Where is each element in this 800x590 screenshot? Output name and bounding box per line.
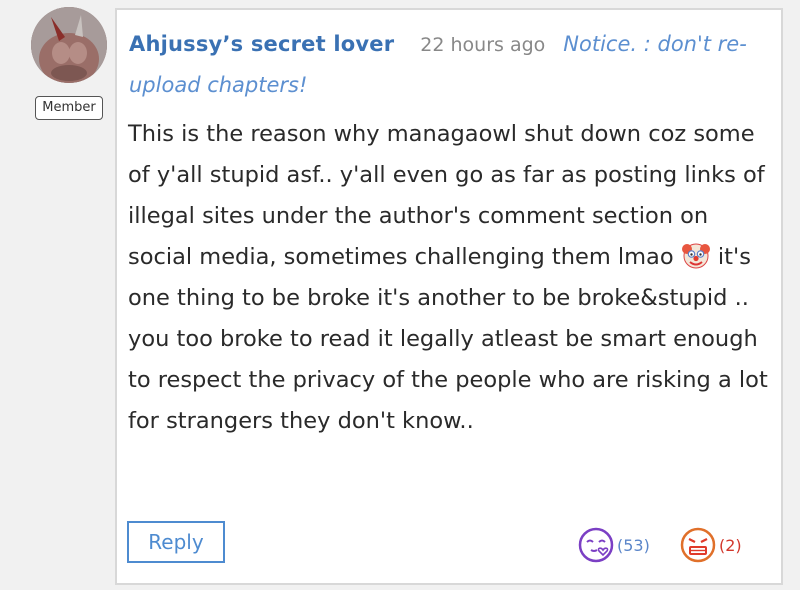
angry-count: (2) — [719, 535, 742, 555]
comment-author-column: Member — [0, 0, 115, 590]
author-name[interactable]: Ahjussy’s secret lover — [129, 32, 394, 56]
love-count: (53) — [617, 535, 650, 555]
comment-text: This is the reason why managaowl shut do… — [128, 114, 778, 442]
comment-text-part2: it's one thing to be broke it's another … — [128, 244, 768, 434]
reaction-angry[interactable]: (2) — [679, 525, 742, 565]
comment-text-part1: This is the reason why managaowl shut do… — [128, 121, 765, 270]
love-face-icon — [578, 527, 614, 563]
comment-timestamp: 22 hours ago — [420, 34, 546, 56]
reply-button[interactable]: Reply — [127, 521, 225, 563]
reaction-love[interactable]: (53) — [577, 525, 650, 565]
member-badge: Member — [35, 96, 103, 120]
avatar[interactable] — [31, 7, 107, 83]
comment-header: Ahjussy’s secret lover 22 hours ago Notice… — [129, 24, 769, 105]
avatar-image — [31, 7, 107, 83]
comment-card: Ahjussy’s secret lover 22 hours ago Notice… — [115, 8, 783, 585]
angry-face-icon — [680, 527, 716, 563]
clown-face-icon — [681, 240, 711, 270]
